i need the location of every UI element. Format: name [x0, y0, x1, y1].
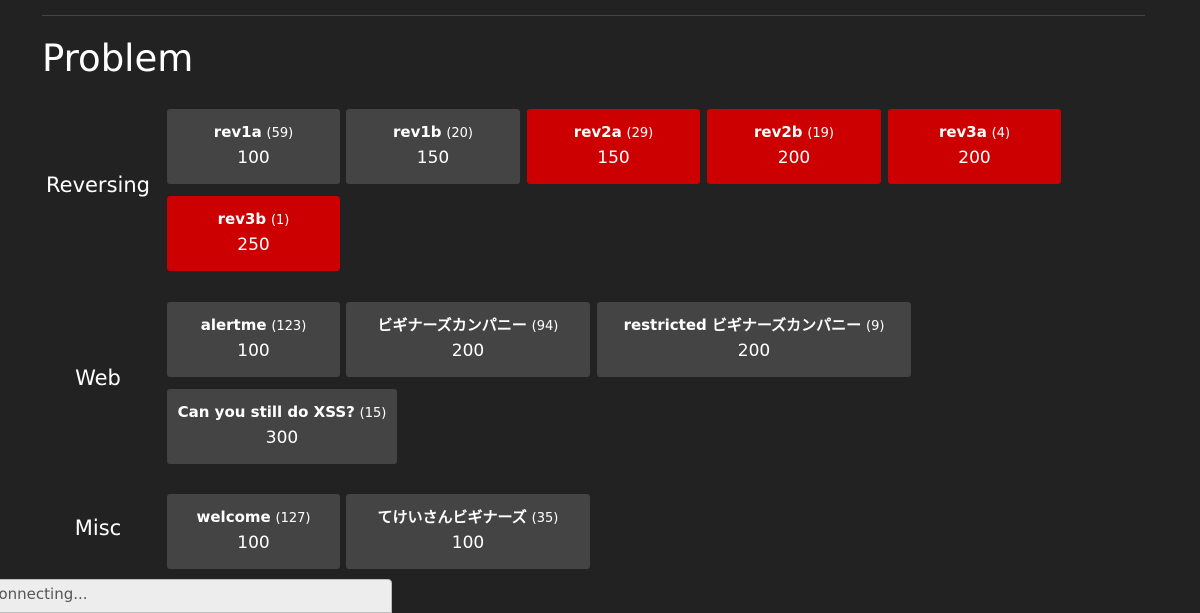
problem-name: rev3b: [217, 210, 267, 228]
problem-title: Can you still do XSS? (15): [167, 402, 397, 424]
solve-count: (35): [531, 511, 559, 526]
solve-count: (19): [807, 126, 834, 141]
problem-name: rev1b: [393, 123, 442, 141]
problem-name: rev2a: [573, 123, 622, 141]
problem-card-alertme[interactable]: alertme (123) 100: [167, 302, 340, 377]
problem-points: 100: [237, 341, 270, 361]
problem-card-welcome[interactable]: welcome (127) 100: [167, 494, 340, 569]
problem-title: ビギナーズカンパニー (94): [346, 315, 590, 337]
problem-card-rev2a[interactable]: rev2a (29) 150: [527, 109, 700, 184]
problem-name: Can you still do XSS?: [177, 403, 355, 421]
problem-points: 100: [237, 533, 270, 553]
problem-name: rev3a: [938, 123, 987, 141]
problem-title: てけいさんビギナーズ (35): [346, 507, 590, 529]
problem-points: 200: [777, 148, 811, 168]
solve-count: (9): [866, 319, 885, 334]
problem-points: 100: [451, 533, 485, 553]
browser-status-bar: Connecting...: [0, 579, 392, 613]
page-title: Problem: [42, 37, 194, 80]
solve-count: (127): [275, 511, 311, 526]
problem-title: rev3b (1): [167, 209, 340, 231]
problem-card-rev1a[interactable]: rev1a (59) 100: [167, 109, 340, 184]
problem-card-rev2b[interactable]: rev2b (19) 200: [707, 109, 881, 184]
problem-title: rev3a (4): [888, 122, 1061, 144]
solve-count: (29): [626, 126, 654, 141]
problem-name: restricted ビギナーズカンパニー: [623, 316, 862, 334]
problem-name: てけいさんビギナーズ: [377, 508, 527, 526]
problem-name: alertme: [200, 316, 267, 334]
problem-title: rev1b (20): [346, 122, 520, 144]
problem-card-rev3a[interactable]: rev3a (4) 200: [888, 109, 1061, 184]
solve-count: (1): [270, 213, 290, 228]
problem-title: restricted ビギナーズカンパニー (9): [597, 315, 911, 337]
problem-title: rev2a (29): [527, 122, 700, 144]
problem-points: 200: [451, 341, 485, 361]
problem-points: 250: [237, 235, 270, 255]
problem-name: ビギナーズカンパニー: [377, 316, 527, 334]
top-divider: [42, 15, 1145, 16]
problem-title: welcome (127): [167, 507, 340, 529]
solve-count: (20): [446, 126, 473, 141]
problem-name: rev1a: [213, 123, 262, 141]
problem-card-rev1b[interactable]: rev1b (20) 150: [346, 109, 520, 184]
problem-title: rev2b (19): [707, 122, 881, 144]
problem-points: 300: [265, 428, 299, 448]
problem-card-can-you-still-do-xss[interactable]: Can you still do XSS? (15) 300: [167, 389, 397, 464]
problem-card-beginners-company[interactable]: ビギナーズカンパニー (94) 200: [346, 302, 590, 377]
problem-points: 200: [958, 148, 991, 168]
problem-card-tekeisan-beginners[interactable]: てけいさんビギナーズ (35) 100: [346, 494, 590, 569]
solve-count: (15): [359, 406, 387, 421]
problem-name: welcome: [196, 508, 271, 526]
solve-count: (94): [531, 319, 559, 334]
problem-name: rev2b: [754, 123, 803, 141]
problem-points: 150: [597, 148, 630, 168]
problem-points: 100: [237, 148, 270, 168]
solve-count: (4): [991, 126, 1011, 141]
solve-count: (123): [271, 319, 307, 334]
status-text: Connecting...: [0, 585, 88, 603]
problem-title: alertme (123): [167, 315, 340, 337]
problem-card-restricted-beginners-company[interactable]: restricted ビギナーズカンパニー (9) 200: [597, 302, 911, 377]
solve-count: (59): [266, 126, 294, 141]
problem-title: rev1a (59): [167, 122, 340, 144]
problem-points: 200: [737, 341, 771, 361]
problem-card-rev3b[interactable]: rev3b (1) 250: [167, 196, 340, 271]
problem-points: 150: [416, 148, 450, 168]
